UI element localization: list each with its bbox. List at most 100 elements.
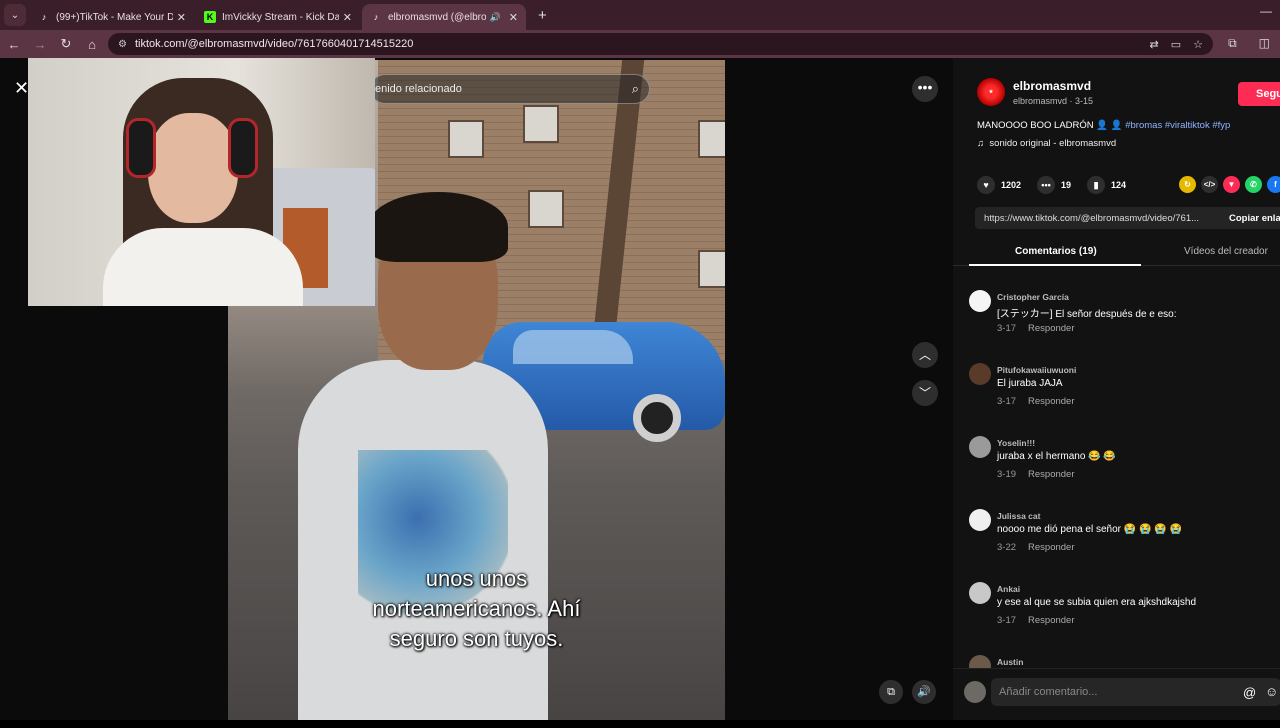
site-info-icon[interactable]: ⚙ xyxy=(118,39,127,50)
commenter-avatar[interactable] xyxy=(969,582,991,604)
add-comment-input[interactable]: Añadir comentario... xyxy=(991,678,1280,706)
whatsapp-icon[interactable]: ✆ xyxy=(1245,176,1262,193)
car-window xyxy=(513,330,633,364)
bookmark-star-icon[interactable]: ☆ xyxy=(1193,38,1203,51)
music-note-icon: ♫ xyxy=(977,138,985,149)
save-button[interactable]: ▮ 124 xyxy=(1087,176,1126,194)
comment-date: 3-19 xyxy=(997,469,1017,480)
comment-username[interactable]: Austin xyxy=(997,657,1023,667)
comment-username[interactable]: Yoselin!!! xyxy=(997,438,1035,448)
facebook-icon[interactable]: f xyxy=(1267,176,1280,193)
browser-tab-bar: ⌄ ♪ (99+)TikTok - Make Your Day ✕ K ImVi… xyxy=(0,0,1280,30)
repost-icon[interactable]: ↻ xyxy=(1179,176,1196,193)
address-bar-actions: ⇄ ▭ ☆ xyxy=(1150,38,1204,51)
tiktok-icon: ♪ xyxy=(373,12,379,22)
tab-comments[interactable]: Comentarios (19) xyxy=(1015,246,1097,257)
volume-icon[interactable]: 🔊 xyxy=(912,680,936,704)
subtitle-line: norteamericanos. Ahí xyxy=(372,596,581,621)
commenter-avatar[interactable] xyxy=(969,363,991,385)
close-icon[interactable]: ✕ xyxy=(14,78,29,99)
tab-title: (99+)TikTok - Make Your Day xyxy=(56,11,173,23)
previous-video-icon[interactable]: ︿ xyxy=(912,342,938,368)
reply-button[interactable]: Responder xyxy=(1028,542,1074,553)
commenter-avatar[interactable] xyxy=(969,436,991,458)
comment-username[interactable]: Julissa cat xyxy=(997,511,1040,521)
window-shape xyxy=(698,250,725,288)
bookmark-icon: ▮ xyxy=(1087,176,1106,194)
search-icon[interactable]: ⌕ xyxy=(632,81,639,97)
translate-icon[interactable]: ⇄ xyxy=(1150,38,1159,51)
video-area: ✕ enido relacionado ⌕ unos unos norteame… xyxy=(0,58,953,720)
author-name[interactable]: elbromasmvd xyxy=(1013,79,1093,93)
author-info[interactable]: ★ elbromasmvd elbromasmvd · 3-15 xyxy=(977,78,1093,106)
kick-icon: K xyxy=(204,11,216,23)
comment-text: juraba x el hermano 😂 😂 xyxy=(997,451,1116,462)
save-count: 124 xyxy=(1111,180,1127,190)
comment-username[interactable]: Cristopher García xyxy=(997,292,1069,302)
tab-kick[interactable]: K ImVickky Stream - Kick Dashbo ✕ xyxy=(196,4,360,30)
embed-icon[interactable]: </> xyxy=(1201,176,1218,193)
close-tab-icon[interactable]: ✕ xyxy=(509,11,518,24)
reply-button[interactable]: Responder xyxy=(1028,615,1074,626)
tab-title: elbromasmvd (@elbromas xyxy=(388,11,486,23)
close-tab-icon[interactable]: ✕ xyxy=(343,11,352,24)
comment-meta: 3-17 Responder xyxy=(997,396,1075,407)
comment-username[interactable]: Ankai xyxy=(997,584,1020,594)
emoji-icon[interactable]: ☺ xyxy=(1265,684,1278,699)
headset-left xyxy=(126,118,156,178)
comment-date: 3-17 xyxy=(997,323,1017,334)
extensions-icon[interactable]: ⧉ xyxy=(1228,36,1237,51)
home-icon[interactable]: ⌂ xyxy=(80,37,104,52)
reply-button[interactable]: Responder xyxy=(1028,323,1074,334)
reload-icon[interactable]: ↻ xyxy=(54,36,78,52)
sidebar-icon[interactable]: ◫ xyxy=(1259,36,1270,51)
author-avatar[interactable]: ★ xyxy=(977,78,1005,106)
address-bar[interactable]: ⚙ tiktok.com/@elbromasmvd/video/76176604… xyxy=(108,33,1213,55)
comment-username[interactable]: Pitufokawaiiuwuoni xyxy=(997,365,1076,375)
floating-player-icon[interactable]: ⧉ xyxy=(879,680,903,704)
tiktok-icon: ♪ xyxy=(41,12,47,22)
subtitle-line: seguro son tuyos. xyxy=(389,626,564,651)
forward-icon[interactable]: → xyxy=(28,37,52,52)
streamer-webcam-overlay xyxy=(28,58,375,306)
share-buttons: ↻ </> ▼ ✆ f xyxy=(1179,176,1280,193)
reply-button[interactable]: Responder xyxy=(1028,469,1074,480)
add-comment-bar: Añadir comentario... @ ☺ xyxy=(953,668,1280,720)
comment-button[interactable]: ••• 19 xyxy=(1037,176,1071,194)
share-link-box[interactable]: https://www.tiktok.com/@elbromasmvd/vide… xyxy=(975,207,1280,229)
hashtags[interactable]: #bromas #viraltiktok #fyp xyxy=(1125,120,1230,131)
comment-text: [ステッカー] El señor después de e eso: xyxy=(997,309,1177,320)
send-to-friends-icon[interactable]: ▼ xyxy=(1223,176,1240,193)
panel-tabs: Comentarios (19) Vídeos del creador xyxy=(953,240,1280,266)
related-search-pill[interactable]: enido relacionado ⌕ xyxy=(370,74,650,104)
music-info[interactable]: ♫ sonido original - elbromasmvd xyxy=(977,138,1116,149)
copy-link-button[interactable]: Copiar enla xyxy=(1229,213,1280,224)
author-subline: elbromasmvd · 3-15 xyxy=(1013,95,1094,106)
audio-playing-icon[interactable]: 🔊 xyxy=(490,12,501,23)
cast-icon[interactable]: ▭ xyxy=(1171,38,1181,51)
new-tab-button[interactable]: + xyxy=(538,7,547,24)
commenter-avatar[interactable] xyxy=(969,509,991,531)
comment-text: noooo me dió pena el señor 😭 😭 😭 😭 xyxy=(997,524,1182,535)
tab-title: ImVickky Stream - Kick Dashbo xyxy=(222,11,339,23)
tab-search-menu-icon[interactable]: ⌄ xyxy=(4,4,26,26)
minimize-icon[interactable]: — xyxy=(1260,4,1272,18)
tab-elbromasmvd[interactable]: ♪ elbromasmvd (@elbromas 🔊 ✕ xyxy=(362,4,526,30)
close-tab-icon[interactable]: ✕ xyxy=(177,11,186,24)
more-options-icon[interactable]: ••• xyxy=(912,76,938,102)
tab-creator-videos[interactable]: Vídeos del creador xyxy=(1184,246,1268,257)
window-shape xyxy=(523,105,559,143)
like-button[interactable]: ♥ 1202 xyxy=(977,176,1021,194)
back-icon[interactable]: ← xyxy=(2,37,26,52)
window-shape xyxy=(448,120,484,158)
tab-tiktok[interactable]: ♪ (99+)TikTok - Make Your Day ✕ xyxy=(30,4,194,30)
comment-date: 3-17 xyxy=(997,615,1017,626)
reply-button[interactable]: Responder xyxy=(1028,396,1074,407)
comment-date: 3-17 xyxy=(997,396,1017,407)
comment-item: Pitufokawaiiuwuoni El juraba JAJA 3-17 Re… xyxy=(969,363,1269,436)
commenter-avatar[interactable] xyxy=(969,290,991,312)
next-video-icon[interactable]: ﹀ xyxy=(912,380,938,406)
mention-icon[interactable]: @ xyxy=(1243,685,1256,700)
follow-button[interactable]: Segu xyxy=(1238,82,1280,106)
like-count: 1202 xyxy=(1001,180,1022,190)
